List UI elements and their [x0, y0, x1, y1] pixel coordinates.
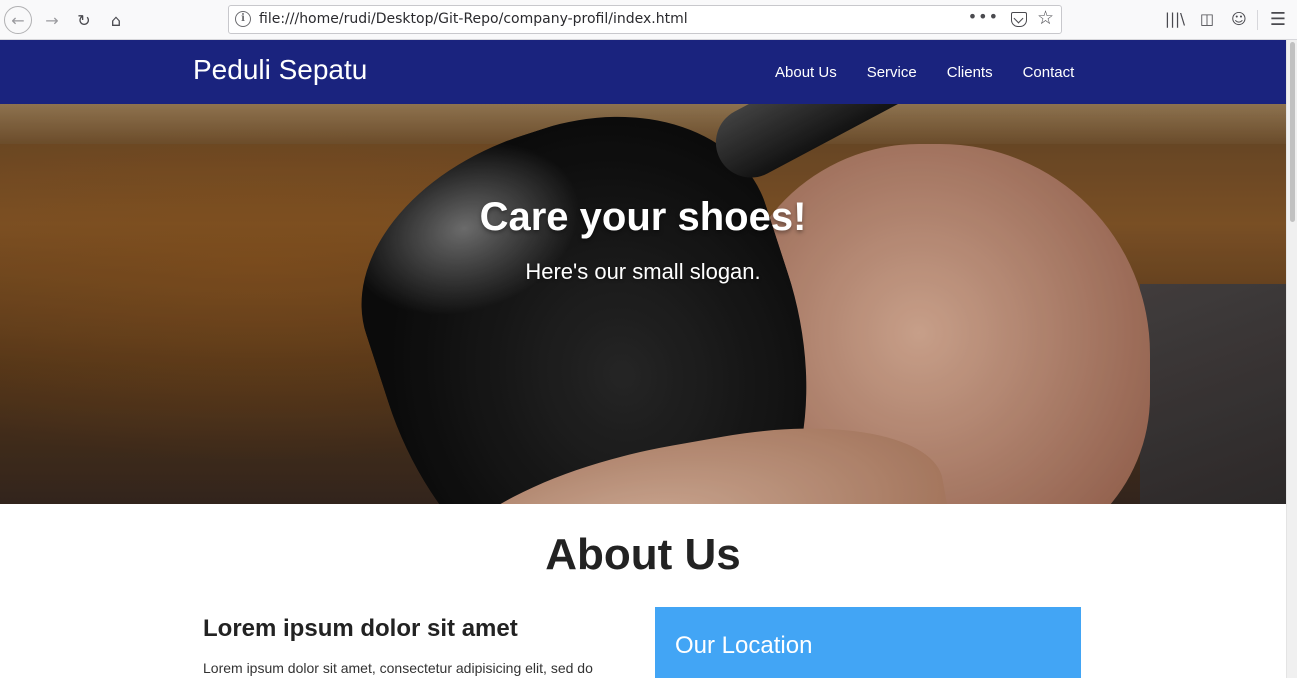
library-icon[interactable]: |||\ — [1164, 8, 1186, 30]
page-viewport: Peduli Sepatu About Us Service Clients C… — [0, 40, 1286, 678]
nav-link-service[interactable]: Service — [852, 64, 932, 81]
page-actions-icon[interactable]: ••• — [968, 7, 999, 26]
info-icon[interactable]: i — [235, 11, 251, 27]
nav-link-contact[interactable]: Contact — [1008, 64, 1090, 81]
location-title: Our Location — [675, 632, 813, 659]
site-navbar: Peduli Sepatu About Us Service Clients C… — [0, 40, 1286, 104]
page-scrollbar[interactable] — [1286, 40, 1297, 678]
nav-links: About Us Service Clients Contact — [760, 64, 1089, 81]
hero-slogan: Here's our small slogan. — [525, 259, 761, 284]
site-brand[interactable]: Peduli Sepatu — [193, 54, 367, 86]
reload-icon[interactable]: ↻ — [70, 6, 98, 34]
hero-banner: Care your shoes! Here's our small slogan… — [0, 104, 1286, 504]
back-arrow-icon[interactable]: ← — [4, 6, 32, 34]
location-card: Our Location — [655, 607, 1081, 678]
forward-arrow-icon[interactable]: → — [38, 6, 66, 34]
about-subtitle: Lorem ipsum dolor sit amet — [203, 615, 518, 642]
browser-toolbar: ← → ↻ ⌂ i file:///home/rudi/Desktop/Git-… — [0, 0, 1297, 40]
hero-overlay — [0, 104, 1286, 504]
nav-link-clients[interactable]: Clients — [932, 64, 1008, 81]
account-icon[interactable]: ☺ — [1228, 8, 1250, 30]
bookmark-star-icon[interactable]: ☆ — [1037, 7, 1054, 29]
url-text[interactable]: file:///home/rudi/Desktop/Git-Repo/compa… — [259, 11, 688, 27]
scrollbar-thumb[interactable] — [1290, 42, 1295, 222]
about-paragraph: Lorem ipsum dolor sit amet, consectetur … — [203, 660, 593, 676]
address-bar[interactable]: i file:///home/rudi/Desktop/Git-Repo/com… — [228, 5, 1062, 34]
home-icon[interactable]: ⌂ — [102, 6, 130, 34]
hamburger-menu-icon[interactable]: ☰ — [1267, 8, 1289, 30]
toolbar-divider — [1257, 10, 1258, 30]
pocket-icon[interactable] — [1011, 12, 1027, 27]
sidebar-icon[interactable]: ◫ — [1196, 8, 1218, 30]
nav-link-about-us[interactable]: About Us — [760, 64, 852, 81]
about-section-title: About Us — [545, 530, 741, 579]
hero-title: Care your shoes! — [479, 195, 807, 239]
